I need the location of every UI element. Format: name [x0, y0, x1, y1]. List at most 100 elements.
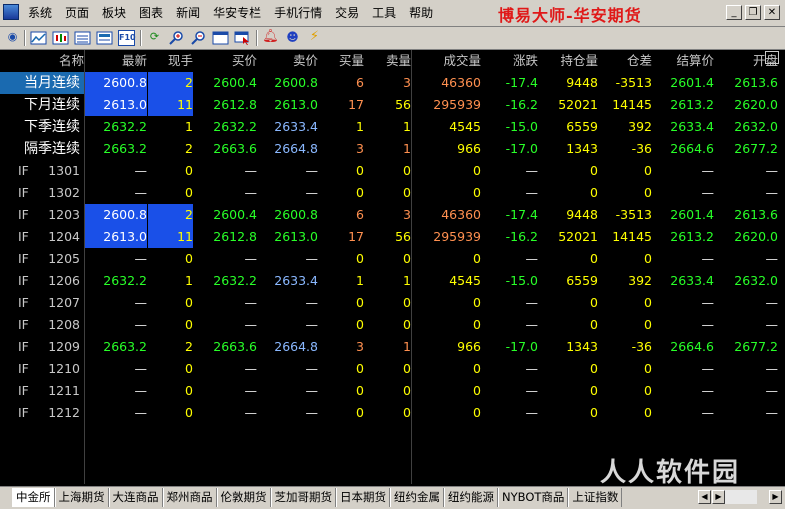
contract-code[interactable]: IF [0, 160, 40, 182]
contract-name[interactable]: 当月连续 [0, 72, 84, 94]
zoom-out-icon[interactable] [190, 30, 207, 46]
contract-month[interactable]: 1212 [40, 402, 80, 424]
zoom-in-icon[interactable] [168, 30, 185, 46]
menu-mobile-quotes[interactable]: 手机行情 [274, 0, 322, 26]
back-icon[interactable]: ◉ [4, 30, 21, 46]
contract-code[interactable]: IF [0, 204, 40, 226]
table-row[interactable]: IF 1207 — 0 — — 0 0 0 — 0 0 — — [0, 292, 785, 314]
contract-code[interactable]: IF [0, 358, 40, 380]
contract-month[interactable]: 1208 [40, 314, 80, 336]
tab-dce[interactable]: 大连商品 [108, 488, 163, 507]
contract-code[interactable]: IF [0, 226, 40, 248]
col-header-settle[interactable]: 结算价 [654, 50, 714, 72]
col-header-bid[interactable]: 买价 [195, 50, 257, 72]
restore-icon[interactable]: ❐ [745, 5, 761, 20]
kline-icon[interactable] [52, 30, 69, 46]
table-row[interactable]: 当月连续 2600.8 2 2600.4 2600.8 6 3 46360 -17.4 9448-… [0, 72, 785, 94]
tab-shfe[interactable]: 上海期货 [54, 488, 109, 507]
contract-code[interactable]: IF [0, 380, 40, 402]
app-icon[interactable] [3, 4, 19, 20]
scroll-right-small-icon[interactable]: ▶ [712, 490, 725, 504]
user-icon[interactable]: ☻ [284, 30, 301, 46]
table-row[interactable]: IF 1206 2632.2 1 2632.2 2633.4 1 1 4545 -15.0 6559… [0, 270, 785, 292]
contract-code[interactable]: IF [0, 270, 40, 292]
menu-help[interactable]: 帮助 [409, 0, 433, 26]
table-row[interactable]: IF 1204 2613.0 11 2612.8 2613.0 17 56 295939 -16.… [0, 226, 785, 248]
menu-trade[interactable]: 交易 [335, 0, 359, 26]
alert-bell-icon[interactable]: 🔔︎ [262, 30, 279, 46]
contract-name[interactable]: 隔季连续 [0, 138, 84, 160]
col-header-total-volume[interactable]: 成交量 [413, 50, 481, 72]
scroll-left-icon[interactable]: ◀ [698, 490, 711, 504]
report-icon[interactable] [96, 30, 113, 46]
lightning-icon[interactable]: ⚡︎ [306, 30, 323, 46]
quote-list-icon[interactable] [74, 30, 91, 46]
minimize-icon[interactable]: _ [726, 5, 742, 20]
tab-czce[interactable]: 郑州商品 [162, 488, 217, 507]
panel-maximize-icon[interactable] [765, 51, 779, 64]
cursor-window-icon[interactable] [234, 30, 251, 46]
close-icon[interactable]: ✕ [764, 5, 780, 20]
contract-month[interactable]: 1211 [40, 380, 80, 402]
menu-system[interactable]: 系统 [28, 0, 52, 26]
refresh-icon[interactable]: ⟳ [146, 30, 163, 46]
col-header-open-interest[interactable]: 持仓量 [540, 50, 598, 72]
table-row[interactable]: 隔季连续 2663.2 2 2663.6 2664.8 3 1 966 -17.0 1343 -36… [0, 138, 785, 160]
contract-name[interactable]: 下季连续 [0, 116, 84, 138]
table-row[interactable]: IF 1302 — 0 — — 0 0 0 — 0 0 — — [0, 182, 785, 204]
table-row[interactable]: IF 1208 — 0 — — 0 0 0 — 0 0 — — [0, 314, 785, 336]
ask-price: — [305, 317, 319, 332]
col-header-ask[interactable]: 卖价 [258, 50, 318, 72]
table-row[interactable]: IF 1209 2663.2 2 2663.6 2664.8 3 1 966 -17.0 1343 -… [0, 336, 785, 358]
col-header-oi-change[interactable]: 仓差 [600, 50, 652, 72]
contract-month[interactable]: 1206 [40, 270, 80, 292]
table-row[interactable]: 下季连续 2632.2 1 2632.2 2633.4 1 1 4545 -15.0 6559 39… [0, 116, 785, 138]
tab-lme[interactable]: 伦敦期货 [216, 488, 271, 507]
table-row[interactable]: IF 1301 — 0 — — 0 0 0 — 0 0 — — [0, 160, 785, 182]
contract-month[interactable]: 1301 [40, 160, 80, 182]
contract-month[interactable]: 1204 [40, 226, 80, 248]
contract-month[interactable]: 1209 [40, 336, 80, 358]
menu-sector[interactable]: 板块 [102, 0, 126, 26]
contract-code[interactable]: IF [0, 182, 40, 204]
menu-huaan-column[interactable]: 华安专栏 [213, 0, 261, 26]
table-row[interactable]: IF 1205 — 0 — — 0 0 0 — 0 0 — — [0, 248, 785, 270]
table-row[interactable]: IF 1211 — 0 — — 0 0 0 — 0 0 — — [0, 380, 785, 402]
contract-code[interactable]: IF [0, 402, 40, 424]
scroll-right-icon[interactable]: ▶ [769, 490, 782, 504]
contract-code[interactable]: IF [0, 314, 40, 336]
window-icon[interactable] [212, 30, 229, 46]
tab-sse-index[interactable]: 上证指数 [568, 488, 623, 507]
tab-cffex[interactable]: 中金所 [12, 488, 55, 507]
col-header-change[interactable]: 涨跌 [482, 50, 538, 72]
line-chart-icon[interactable] [30, 30, 47, 46]
contract-month[interactable]: 1203 [40, 204, 80, 226]
f10-icon[interactable]: F10 [118, 30, 136, 46]
menu-chart[interactable]: 图表 [139, 0, 163, 26]
contract-code[interactable]: IF [0, 292, 40, 314]
contract-name[interactable]: 下月连续 [0, 94, 84, 116]
table-row[interactable]: IF 1212 — 0 — — 0 0 0 — 0 0 — — [0, 402, 785, 424]
col-header-ask-vol[interactable]: 卖量 [366, 50, 411, 72]
col-header-bid-vol[interactable]: 买量 [320, 50, 364, 72]
contract-code[interactable]: IF [0, 336, 40, 358]
contract-month[interactable]: 1210 [40, 358, 80, 380]
contract-month[interactable]: 1207 [40, 292, 80, 314]
col-header-volume[interactable]: 现手 [148, 50, 193, 72]
contract-month[interactable]: 1205 [40, 248, 80, 270]
tab-comex[interactable]: 纽约金属 [390, 488, 444, 507]
col-header-name[interactable]: 名称 [0, 50, 84, 72]
menu-news[interactable]: 新闻 [176, 0, 200, 26]
table-row[interactable]: 下月连续 2613.0 11 2612.8 2613.0 17 56 295939 -16.2 5… [0, 94, 785, 116]
table-row[interactable]: IF 1203 2600.8 2 2600.4 2600.8 6 3 46360 -17.4 944… [0, 204, 785, 226]
contract-code[interactable]: IF [0, 248, 40, 270]
col-header-last[interactable]: 最新 [85, 50, 147, 72]
tab-nybot[interactable]: NYBOT商品 [498, 488, 569, 507]
menu-page[interactable]: 页面 [65, 0, 89, 26]
menu-tools[interactable]: 工具 [372, 0, 396, 26]
tab-cbot[interactable]: 芝加哥期货 [270, 488, 336, 507]
contract-month[interactable]: 1302 [40, 182, 80, 204]
tab-tocom[interactable]: 日本期货 [336, 488, 390, 507]
tab-nymex[interactable]: 纽约能源 [444, 488, 498, 507]
table-row[interactable]: IF 1210 — 0 — — 0 0 0 — 0 0 — — [0, 358, 785, 380]
